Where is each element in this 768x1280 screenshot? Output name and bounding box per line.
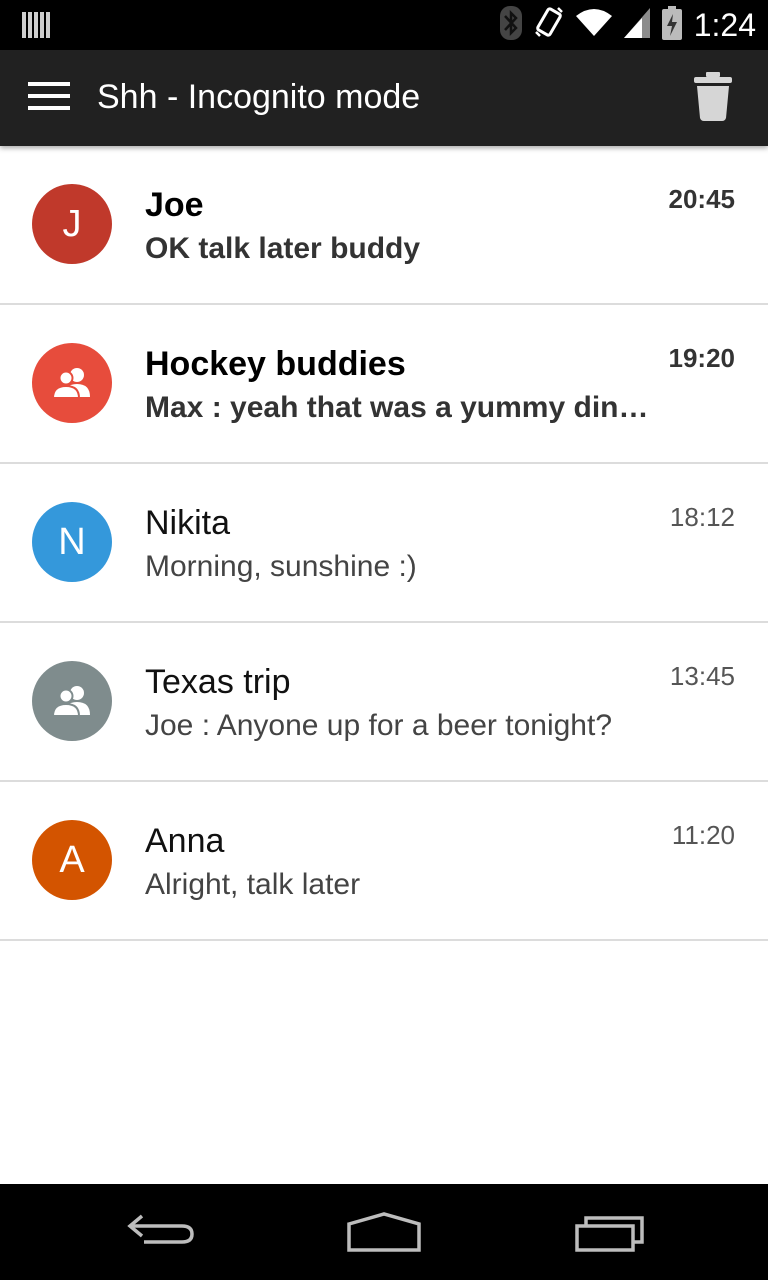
conversation-preview: Morning, sunshine :) — [145, 550, 417, 583]
conversation-preview: Alright, talk later — [145, 868, 361, 901]
conversation-preview: OK talk later buddy — [145, 232, 421, 265]
vibrate-icon — [534, 6, 564, 45]
conversation-name: Nikita — [145, 504, 231, 542]
conversation-item-texas-trip[interactable]: Texas trip Joe : Anyone up for a beer to… — [0, 623, 768, 782]
group-icon — [52, 368, 90, 399]
group-icon — [52, 686, 90, 717]
back-icon[interactable] — [124, 1204, 204, 1260]
avatar: A — [32, 820, 112, 900]
conversation-time: 19:20 — [668, 343, 736, 373]
conversation-list: J Joe OK talk later buddy 20:45 Hockey b… — [0, 146, 768, 941]
app-title: Shh - Incognito mode — [97, 78, 421, 116]
bluetooth-icon — [499, 5, 522, 45]
conversation-time: 13:45 — [669, 661, 735, 691]
status-time: 1:24 — [693, 6, 756, 43]
conversation-preview: Joe : Anyone up for a beer tonight? — [145, 709, 613, 742]
status-bar: 1:24 — [0, 0, 768, 50]
trash-icon[interactable] — [692, 72, 734, 122]
home-icon[interactable] — [346, 1204, 426, 1260]
conversation-item-anna[interactable]: A Anna Alright, talk later 11:20 — [0, 782, 768, 941]
conversation-name: Hockey buddies — [145, 345, 406, 383]
conversation-time: 11:20 — [671, 820, 735, 850]
conversation-item-hockey-buddies[interactable]: Hockey buddies Max : yeah that was a yum… — [0, 305, 768, 464]
app-bar: Shh - Incognito mode — [0, 50, 768, 146]
avatar: J — [32, 184, 112, 264]
avatar — [32, 343, 112, 423]
avatar: N — [32, 502, 112, 582]
navigation-bar — [0, 1184, 768, 1280]
avatar — [32, 661, 112, 741]
wifi-icon — [575, 8, 612, 43]
conversation-item-joe[interactable]: J Joe OK talk later buddy 20:45 — [0, 146, 768, 305]
conversation-time: 20:45 — [668, 184, 736, 214]
battery-icon — [661, 5, 682, 45]
conversation-item-nikita[interactable]: N Nikita Morning, sunshine :) 18:12 — [0, 464, 768, 623]
conversation-time: 18:12 — [669, 502, 735, 532]
signal-icon — [623, 7, 650, 43]
avatar-letter: J — [62, 202, 82, 245]
avatar-letter: A — [59, 838, 85, 881]
notification-icon — [22, 10, 50, 40]
avatar-letter: N — [58, 520, 86, 563]
recents-icon[interactable] — [574, 1204, 654, 1260]
conversation-name: Texas trip — [145, 663, 291, 701]
conversation-preview: Max : yeah that was a yummy dinn… — [145, 391, 665, 424]
conversation-name: Anna — [145, 822, 225, 860]
conversation-name: Joe — [145, 186, 204, 224]
menu-icon[interactable] — [28, 82, 70, 114]
